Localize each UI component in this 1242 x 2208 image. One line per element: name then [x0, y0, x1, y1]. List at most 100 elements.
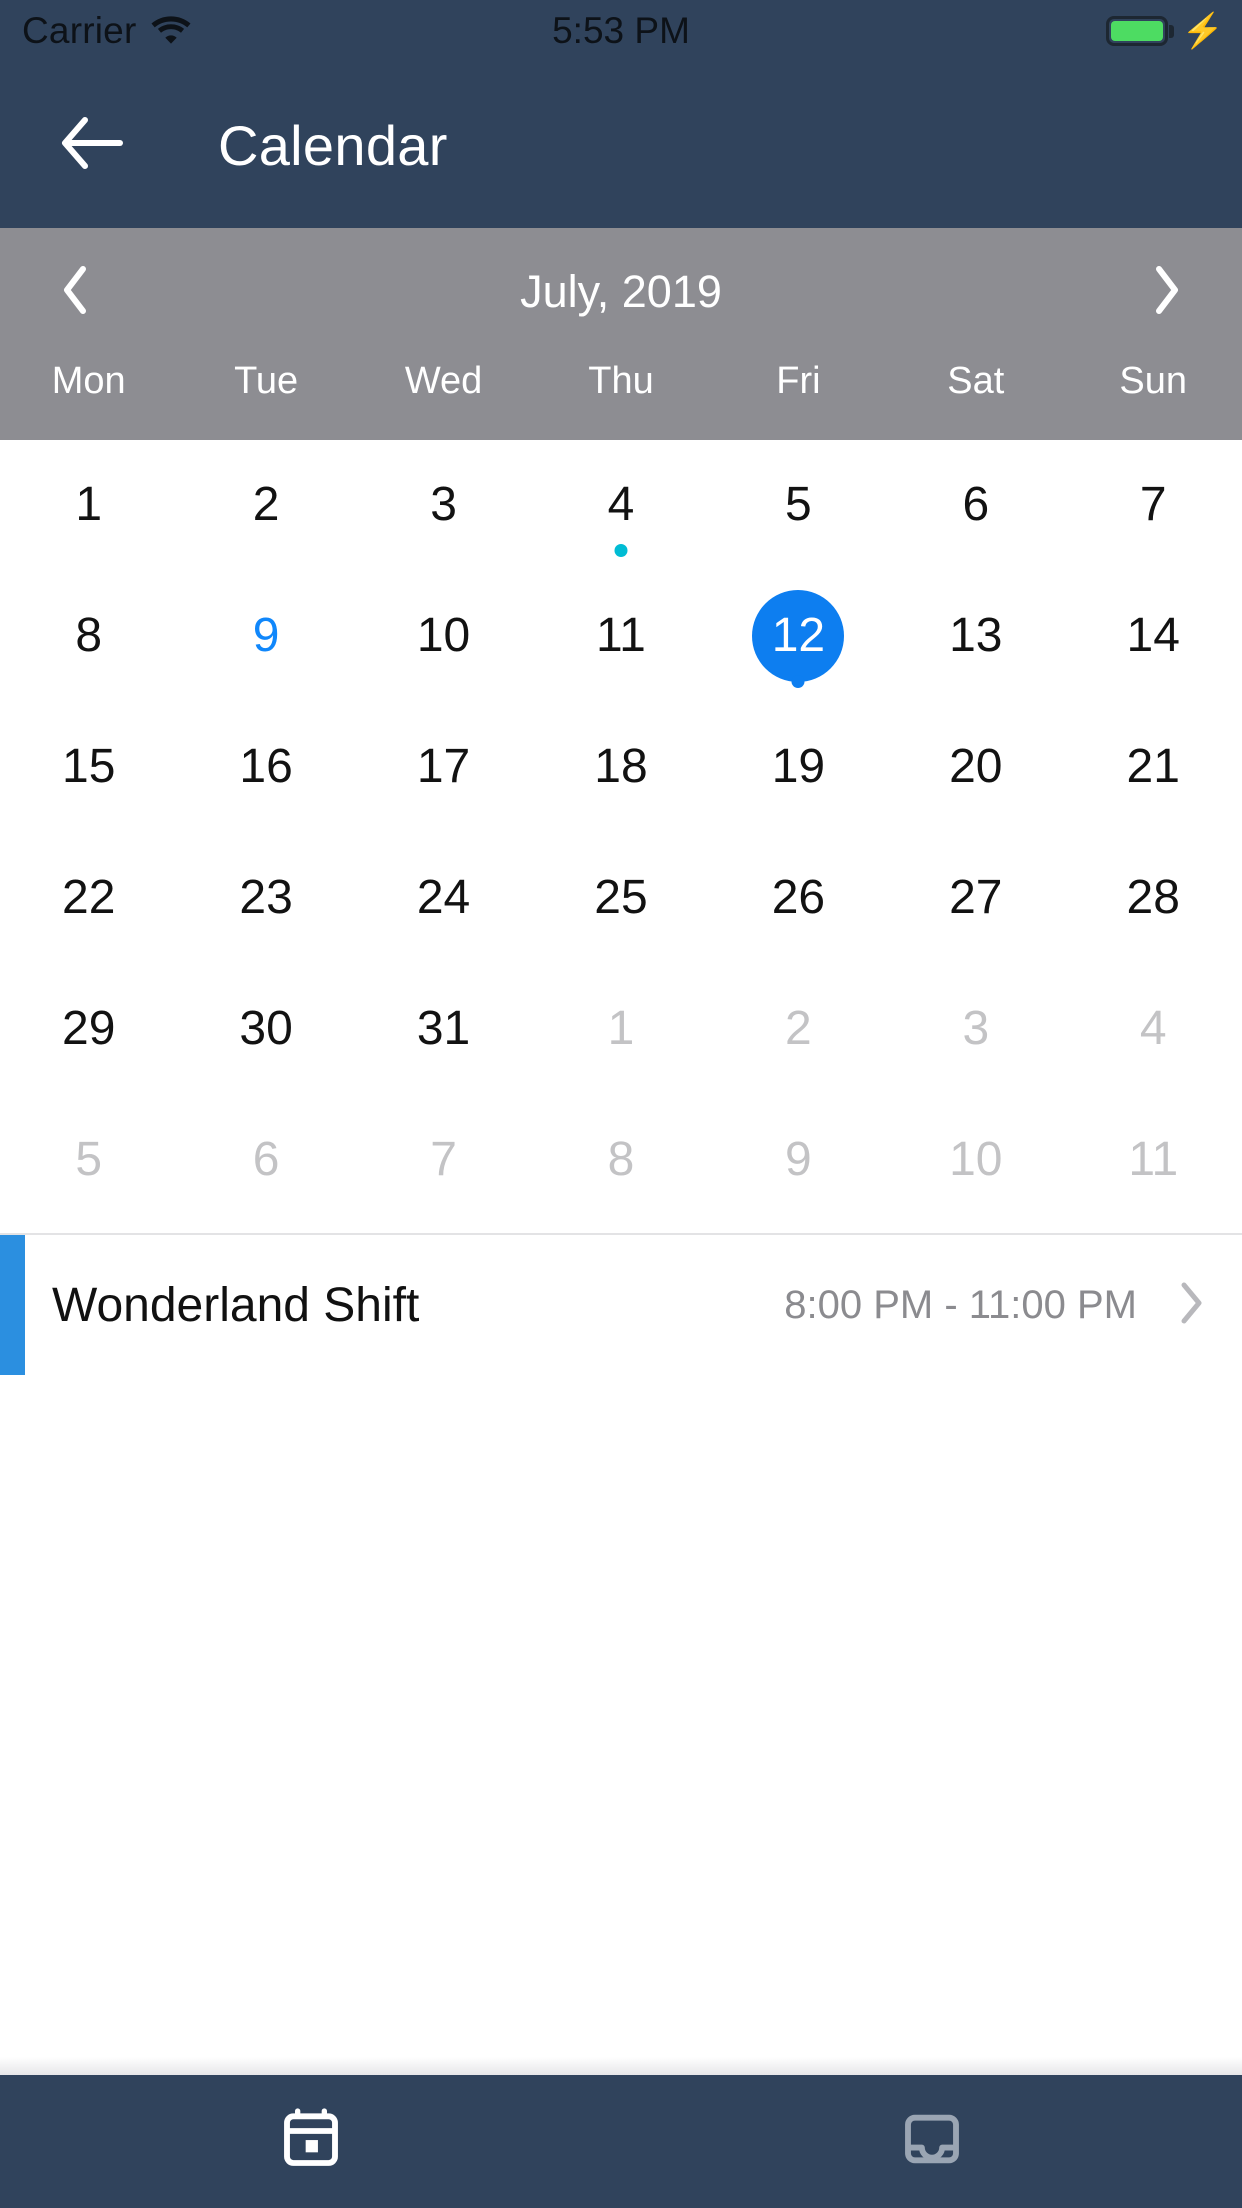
status-bar-time: 5:53 PM [552, 10, 690, 51]
calendar-day-cell[interactable]: 27 [887, 832, 1064, 963]
calendar-day-cell[interactable]: 11 [532, 571, 709, 702]
calendar-day-cell[interactable]: 9 [177, 571, 354, 702]
calendar-day-cell[interactable]: 7 [355, 1094, 532, 1225]
calendar-day-cell[interactable]: 17 [355, 702, 532, 833]
bottom-shadow [0, 2035, 1242, 2075]
weekday-header-row: Mon Tue Wed Thu Fri Sat Sun [0, 356, 1242, 440]
calendar-day-cell[interactable]: 1 [0, 440, 177, 571]
calendar-day-cell[interactable]: 3 [355, 440, 532, 571]
calendar-day-number: 6 [962, 478, 990, 532]
calendar-day-number: 18 [594, 740, 648, 794]
calendar-day-cell[interactable]: 14 [1065, 571, 1242, 702]
calendar-day-cell[interactable]: 6 [887, 440, 1064, 571]
calendar-day-number: 6 [252, 1132, 280, 1186]
calendar-day-cell[interactable]: 10 [355, 571, 532, 702]
calendar-day-cell[interactable]: 8 [0, 571, 177, 702]
calendar-day-number: 31 [416, 1001, 471, 1055]
calendar-day-number: 3 [962, 1001, 990, 1055]
calendar-day-number: 9 [252, 609, 280, 663]
empty-list-area [0, 1375, 1242, 2035]
calendar-day-number: 14 [1126, 609, 1180, 663]
calendar-day-cell[interactable]: 22 [0, 832, 177, 963]
calendar-day-cell[interactable]: 25 [532, 832, 709, 963]
back-button[interactable] [48, 101, 136, 189]
calendar-day-cell[interactable]: 20 [887, 702, 1064, 833]
calendar-day-cell[interactable]: 11 [1065, 1094, 1242, 1225]
calendar-day-cell[interactable]: 4 [1065, 963, 1242, 1094]
calendar-icon [279, 2107, 343, 2176]
calendar-day-number: 8 [75, 609, 103, 663]
calendar-day-number: 4 [607, 478, 635, 532]
calendar-week-row: 22 23 24 25 26 27 28 [0, 832, 1242, 963]
event-disclosure-chevron[interactable] [1178, 1281, 1204, 1330]
calendar-week-row: 15 16 17 18 19 20 21 [0, 702, 1242, 833]
calendar-day-number: 23 [239, 870, 293, 924]
calendar-day-number: 2 [785, 1001, 812, 1055]
calendar-header: July, 2019 Mon Tue Wed Thu Fri Sat Sun [0, 228, 1242, 440]
weekday-label-tue: Tue [234, 360, 299, 402]
calendar-day-cell[interactable]: 19 [710, 702, 887, 833]
calendar-day-cell[interactable]: 21 [1065, 702, 1242, 833]
calendar-day-cell[interactable]: 13 [887, 571, 1064, 702]
calendar-day-cell[interactable]: 7 [1065, 440, 1242, 571]
previous-month-button[interactable] [0, 228, 150, 356]
calendar-day-cell[interactable]: 5 [0, 1094, 177, 1225]
calendar-day-cell[interactable]: 23 [177, 832, 354, 963]
inbox-icon [900, 2107, 964, 2176]
calendar-grid: 1 2 3 4 5 6 7 8 9 10 11 12 13 14 15 16 17 18 19 20 21 22 23 24 2… [0, 440, 1242, 1225]
app-screen: Carrier 5:53 PM ⚡ Calendar July, 2019 Mo… [0, 0, 1242, 2208]
calendar-day-number: 11 [1128, 1132, 1179, 1186]
tab-inbox[interactable] [621, 2075, 1242, 2208]
calendar-day-cell[interactable]: 12 [710, 571, 887, 702]
calendar-day-number: 15 [62, 740, 116, 794]
event-list-item[interactable]: Wonderland Shift 8:00 PM - 11:00 PM [0, 1235, 1242, 1375]
calendar-day-number: 25 [594, 870, 648, 924]
calendar-day-cell[interactable]: 10 [887, 1094, 1064, 1225]
calendar-day-number: 28 [1126, 870, 1180, 924]
calendar-day-cell[interactable]: 15 [0, 702, 177, 833]
calendar-day-number: 26 [771, 870, 826, 924]
calendar-day-number: 1 [75, 478, 103, 532]
lightning-bolt-icon: ⚡ [1181, 12, 1224, 50]
calendar-day-number: 17 [416, 740, 471, 794]
calendar-day-number: 30 [239, 1001, 293, 1055]
calendar-day-cell[interactable]: 24 [355, 832, 532, 963]
calendar-day-number: 13 [949, 609, 1003, 663]
chevron-left-icon [60, 265, 90, 320]
calendar-day-cell[interactable]: 28 [1065, 832, 1242, 963]
calendar-day-cell[interactable]: 8 [532, 1094, 709, 1225]
calendar-week-row: 8 9 10 11 12 13 14 [0, 571, 1242, 702]
calendar-day-number: 20 [949, 740, 1003, 794]
calendar-day-number: 11 [596, 609, 646, 663]
calendar-day-cell[interactable]: 26 [710, 832, 887, 963]
calendar-day-cell[interactable]: 29 [0, 963, 177, 1094]
event-indicator-dot [791, 674, 805, 688]
calendar-day-number: 27 [949, 870, 1003, 924]
calendar-day-cell[interactable]: 31 [355, 963, 532, 1094]
calendar-week-row: 5 6 7 8 9 10 11 [0, 1094, 1242, 1225]
nav-bar: Calendar [0, 62, 1242, 228]
tab-calendar[interactable] [0, 2075, 621, 2208]
event-indicator-dot [614, 543, 628, 557]
calendar-day-number: 2 [252, 478, 280, 532]
calendar-day-cell[interactable]: 9 [710, 1094, 887, 1225]
next-month-button[interactable] [1092, 228, 1242, 356]
weekday-label-sat: Sat [947, 360, 1005, 402]
calendar-week-row: 1 2 3 4 5 6 7 [0, 440, 1242, 571]
calendar-day-cell[interactable]: 2 [177, 440, 354, 571]
calendar-day-cell[interactable]: 5 [710, 440, 887, 571]
calendar-day-cell[interactable]: 1 [532, 963, 709, 1094]
calendar-day-cell[interactable]: 16 [177, 702, 354, 833]
calendar-day-cell[interactable]: 30 [177, 963, 354, 1094]
calendar-day-cell[interactable]: 6 [177, 1094, 354, 1225]
calendar-day-cell[interactable]: 3 [887, 963, 1064, 1094]
calendar-day-cell[interactable]: 18 [532, 702, 709, 833]
weekday-label-wed: Wed [404, 360, 483, 402]
calendar-day-cell[interactable]: 2 [710, 963, 887, 1094]
calendar-day-cell[interactable]: 4 [532, 440, 709, 571]
month-navigation-row: July, 2019 [0, 228, 1242, 356]
calendar-day-number: 7 [1139, 478, 1167, 532]
chevron-right-icon [1152, 265, 1182, 320]
month-year-label: July, 2019 [520, 266, 722, 317]
calendar-day-number: 5 [75, 1132, 103, 1186]
